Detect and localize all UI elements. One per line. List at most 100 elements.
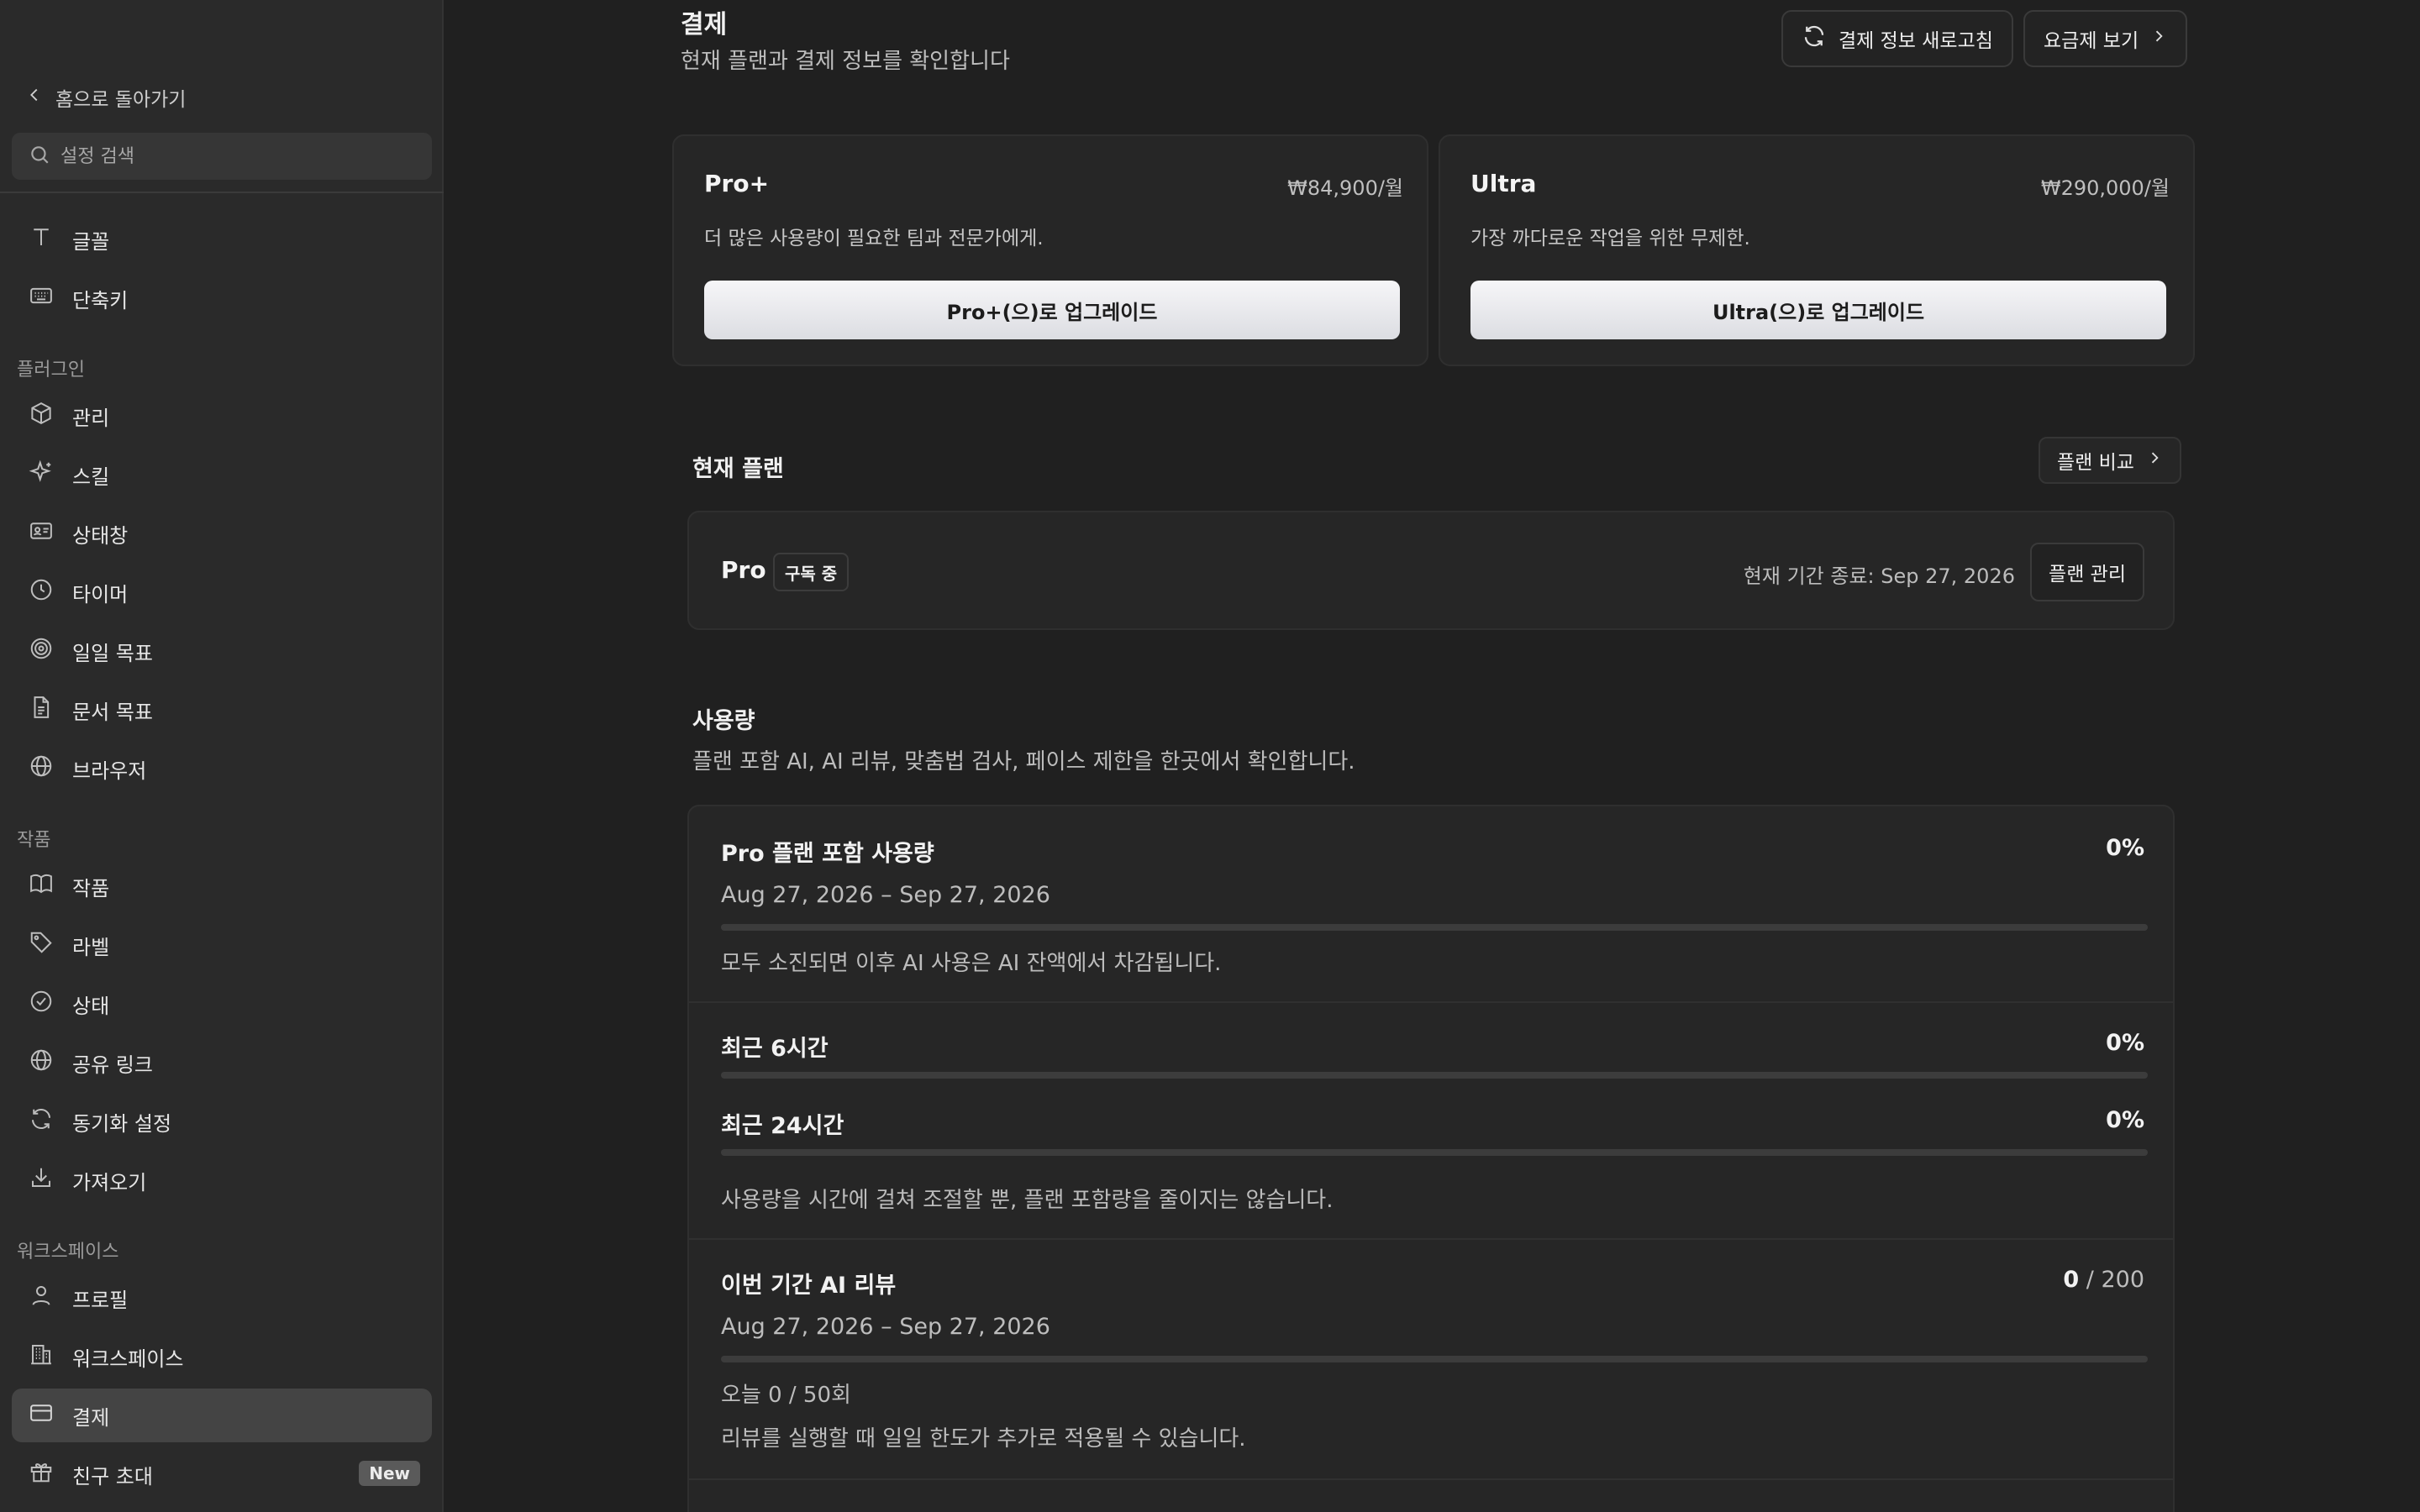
included-usage-note: 모두 소진되면 이후 AI 사용은 AI 잔액에서 차감됩니다.: [721, 951, 1222, 976]
recent-6h-percent: 0%: [2106, 1030, 2144, 1056]
sparkle-icon: [29, 459, 54, 490]
ai-review-note: 리뷰를 실행할 때 일일 한도가 추가로 적용될 수 있습니다.: [721, 1426, 1246, 1452]
sidebar-item-invite-friends[interactable]: 친구 초대 New: [12, 1447, 432, 1501]
sidebar-item-daily-goal[interactable]: 일일 목표: [12, 624, 432, 678]
recent-24h-progress-bar: [721, 1149, 2148, 1156]
tag-icon: [29, 930, 54, 960]
plan-name: Ultra: [1470, 170, 1537, 197]
sidebar-item-skills[interactable]: 스킬: [12, 448, 432, 501]
divider: [689, 1478, 2173, 1480]
sidebar-item-label: 프로필: [72, 1288, 129, 1312]
current-period-end: 현재 기간 종료: Sep 27, 2026: [1743, 564, 2015, 588]
sidebar-item-label: 상태: [72, 994, 110, 1018]
plan-price: ₩84,900/월: [1287, 176, 1403, 200]
sidebar-item-label: 브라우저: [72, 759, 147, 783]
plan-card-ultra: Ultra ₩290,000/월 가장 까다로운 작업을 위한 무제한. Ult…: [1439, 134, 2195, 366]
sidebar-item-profile[interactable]: 프로필: [12, 1271, 432, 1325]
settings-sidebar: 홈으로 돌아가기 글꼴 단축키 플러그인 관리 스킬 상태창 타이머 일일 목표: [0, 0, 444, 1512]
compare-plans-label: 플랜 비교: [2057, 452, 2134, 474]
included-usage-percent: 0%: [2106, 835, 2144, 861]
section-label-works: 작품: [17, 830, 51, 851]
sidebar-item-browser[interactable]: 브라우저: [12, 742, 432, 795]
plan-card-pro-plus: Pro+ ₩84,900/월 더 많은 사용량이 필요한 팀과 전문가에게. P…: [672, 134, 1428, 366]
current-plan-card: Pro 구독 중 현재 기간 종료: Sep 27, 2026 플랜 관리: [687, 511, 2175, 630]
upgrade-ultra-button[interactable]: Ultra(으)로 업그레이드: [1470, 281, 2166, 339]
back-link-label: 홈으로 돌아가기: [55, 89, 187, 111]
sidebar-item-works[interactable]: 작품: [12, 859, 432, 913]
sidebar-item-label: 문서 목표: [72, 700, 153, 724]
clock-icon: [29, 577, 54, 607]
chevron-left-icon: [25, 86, 44, 109]
chevron-right-icon: [2150, 28, 2167, 50]
refresh-billing-button[interactable]: 결제 정보 새로고침: [1781, 10, 2013, 67]
gift-icon: [29, 1459, 54, 1489]
sidebar-item-shortcuts[interactable]: 단축키: [12, 271, 432, 325]
sidebar-item-label: 작품: [72, 876, 110, 900]
recent-6h-title: 최근 6시간: [721, 1036, 829, 1062]
settings-search-input[interactable]: [60, 145, 413, 167]
sidebar-divider: [0, 192, 444, 193]
user-icon: [29, 1283, 54, 1313]
box-icon: [29, 401, 54, 431]
sidebar-item-label: 동기화 설정: [72, 1111, 172, 1136]
sidebar-item-share-link[interactable]: 공유 링크: [12, 1036, 432, 1089]
target-icon: [29, 636, 54, 666]
sidebar-item-import[interactable]: 가져오기: [12, 1153, 432, 1207]
sidebar-item-label: 결제: [72, 1405, 110, 1430]
download-icon: [29, 1165, 54, 1195]
plan-price: ₩290,000/월: [2040, 176, 2170, 200]
ai-review-progress-bar: [721, 1356, 2148, 1362]
sidebar-item-timer[interactable]: 타이머: [12, 565, 432, 619]
sidebar-item-statusbar[interactable]: 상태창: [12, 507, 432, 560]
usage-description: 플랜 포함 AI, AI 리뷰, 맞춤법 검사, 페이스 제한을 한곳에서 확인…: [692, 749, 1355, 774]
sidebar-item-label: 단축키: [72, 288, 129, 312]
ai-review-count: 0 / 200: [2063, 1267, 2144, 1293]
new-badge: New: [359, 1461, 420, 1486]
billing-main: 결제 현재 플랜과 결제 정보를 확인합니다 결제 정보 새로고침 요금제 보기…: [445, 0, 2420, 1512]
ai-review-used: 0: [2063, 1267, 2080, 1293]
page-subtitle: 현재 플랜과 결제 정보를 확인합니다: [681, 49, 1010, 74]
view-pricing-button[interactable]: 요금제 보기: [2023, 10, 2188, 67]
sidebar-item-document-goal[interactable]: 문서 목표: [12, 683, 432, 737]
chevron-right-icon: [2146, 449, 2163, 471]
font-icon: [29, 224, 54, 255]
recent-6h-progress-bar: [721, 1072, 2148, 1079]
refresh-icon: [1802, 24, 1827, 54]
sidebar-item-billing[interactable]: 결제: [12, 1389, 432, 1442]
sidebar-item-label: 상태창: [72, 523, 129, 548]
back-to-home-link[interactable]: 홈으로 돌아가기: [25, 81, 186, 114]
building-icon: [29, 1341, 54, 1372]
section-label-workspace: 워크스페이스: [17, 1242, 119, 1263]
sidebar-item-label: 가져오기: [72, 1170, 147, 1194]
sidebar-item-status[interactable]: 상태: [12, 977, 432, 1031]
section-label-plugins: 플러그인: [17, 360, 85, 381]
sidebar-item-manage[interactable]: 관리: [12, 389, 432, 443]
sidebar-item-label: 친구 초대: [72, 1464, 153, 1488]
check-circle-icon: [29, 989, 54, 1019]
sidebar-item-label: 관리: [72, 406, 110, 430]
page-title: 결제: [681, 10, 728, 39]
current-plan-heading: 현재 플랜: [692, 456, 784, 482]
sidebar-item-font[interactable]: 글꼴: [12, 213, 432, 266]
sidebar-item-labels[interactable]: 라벨: [12, 918, 432, 972]
sync-icon: [29, 1106, 54, 1137]
recent-24h-title: 최근 24시간: [721, 1113, 844, 1139]
pace-note: 사용량을 시간에 걸쳐 조절할 뿐, 플랜 포함량을 줄이지는 않습니다.: [721, 1188, 1334, 1213]
plan-description: 가장 까다로운 작업을 위한 무제한.: [1470, 228, 1750, 249]
divider: [689, 1001, 2173, 1003]
upgrade-pro-plus-button[interactable]: Pro+(으)로 업그레이드: [704, 281, 1400, 339]
credit-card-icon: [29, 1400, 54, 1431]
document-icon: [29, 695, 54, 725]
ai-review-total: / 200: [2086, 1267, 2144, 1293]
plan-name: Pro+: [704, 170, 770, 197]
sidebar-item-label: 공유 링크: [72, 1053, 153, 1077]
manage-plan-button[interactable]: 플랜 관리: [2030, 543, 2144, 601]
sidebar-item-label: 라벨: [72, 935, 110, 959]
globe-icon: [29, 753, 54, 784]
plan-description: 더 많은 사용량이 필요한 팀과 전문가에게.: [704, 228, 1044, 249]
included-usage-period: Aug 27, 2026 – Sep 27, 2026: [721, 882, 1050, 908]
compare-plans-button[interactable]: 플랜 비교: [2039, 437, 2181, 484]
sidebar-item-sync-settings[interactable]: 동기화 설정: [12, 1095, 432, 1148]
settings-search[interactable]: [12, 133, 432, 180]
sidebar-item-workspace[interactable]: 워크스페이스: [12, 1330, 432, 1383]
